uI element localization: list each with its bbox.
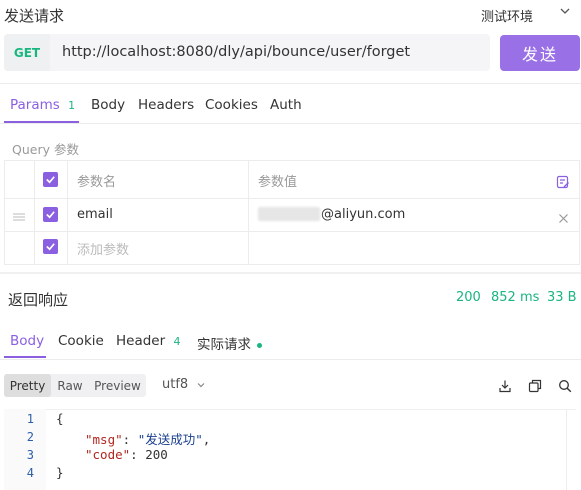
col-divider bbox=[248, 160, 249, 265]
view-mode-raw[interactable]: Raw bbox=[53, 374, 87, 397]
tab-params[interactable]: Params 1 bbox=[10, 97, 75, 113]
row-divider bbox=[4, 198, 580, 199]
check-icon bbox=[46, 243, 55, 251]
chevron-down-icon bbox=[197, 382, 205, 387]
section-divider bbox=[0, 272, 581, 274]
encoding-select[interactable]: utf8 bbox=[162, 377, 206, 392]
response-title: 返回响应 bbox=[8, 291, 69, 309]
tab-params-label: Params bbox=[10, 97, 60, 113]
page-title: 发送请求 bbox=[4, 7, 65, 25]
line-number: 4 bbox=[26, 466, 34, 480]
response-tab-body[interactable]: Body bbox=[10, 333, 44, 349]
environment-select[interactable]: 测试环境 bbox=[481, 6, 533, 25]
query-params-label: Query 参数 bbox=[12, 142, 79, 157]
params-count-badge: 1 bbox=[68, 99, 76, 112]
code-line: } bbox=[56, 465, 64, 480]
view-mode-preview[interactable]: Preview bbox=[89, 374, 146, 397]
send-button[interactable]: 发送 bbox=[500, 35, 580, 71]
response-tab-actual-request-label: 实际请求 bbox=[197, 337, 251, 353]
json-key: "code" bbox=[85, 447, 131, 462]
response-tab-header-label: Header bbox=[116, 333, 166, 349]
row-divider bbox=[4, 231, 580, 232]
line-number: 1 bbox=[26, 412, 34, 426]
url-input[interactable]: http://localhost:8080/dly/api/bounce/use… bbox=[62, 44, 410, 60]
column-header-value: 参数值 bbox=[258, 175, 298, 190]
param-name-field[interactable]: email bbox=[77, 207, 113, 222]
json-value: "发送成功" bbox=[137, 432, 203, 447]
col-divider bbox=[34, 160, 35, 265]
remove-icon[interactable] bbox=[558, 209, 569, 228]
line-number: 2 bbox=[26, 430, 34, 444]
response-tab-actual-request[interactable]: 实际请求 bbox=[197, 333, 263, 353]
encoding-value: utf8 bbox=[162, 377, 189, 392]
response-size: 33 B bbox=[547, 290, 577, 305]
line-number: 3 bbox=[26, 448, 34, 462]
col-divider bbox=[67, 160, 68, 265]
select-all-checkbox[interactable] bbox=[43, 172, 58, 187]
divider bbox=[0, 123, 581, 124]
download-icon[interactable] bbox=[498, 378, 512, 397]
bulk-edit-icon[interactable] bbox=[556, 174, 570, 193]
status-code: 200 bbox=[456, 290, 481, 305]
response-tab-cookie[interactable]: Cookie bbox=[58, 333, 104, 349]
response-time: 852 ms bbox=[491, 290, 540, 305]
scrollbar[interactable] bbox=[566, 409, 578, 490]
tab-body[interactable]: Body bbox=[91, 97, 125, 113]
status-dot-icon bbox=[257, 342, 263, 348]
new-param-checkbox[interactable] bbox=[43, 239, 58, 254]
check-icon bbox=[46, 176, 55, 184]
code-line: "code": 200 bbox=[85, 447, 168, 462]
tab-cookies[interactable]: Cookies bbox=[205, 97, 258, 113]
code-line: "msg": "发送成功", bbox=[85, 432, 211, 447]
param-value-field[interactable]: @aliyun.com bbox=[321, 207, 405, 222]
method-select[interactable]: GET bbox=[4, 34, 50, 71]
column-header-name: 参数名 bbox=[77, 175, 117, 190]
redacted-value bbox=[258, 207, 320, 221]
divider bbox=[0, 359, 581, 360]
divider bbox=[0, 83, 581, 84]
code-line: { bbox=[56, 411, 64, 426]
tab-auth[interactable]: Auth bbox=[270, 97, 302, 113]
add-param-field[interactable]: 添加参数 bbox=[77, 239, 129, 258]
json-value: 200 bbox=[145, 447, 168, 462]
copy-icon[interactable] bbox=[528, 378, 542, 397]
view-mode-pretty[interactable]: Pretty bbox=[4, 374, 51, 397]
drag-handle-icon[interactable] bbox=[12, 208, 26, 227]
search-icon[interactable] bbox=[558, 378, 572, 397]
chevron-down-icon[interactable] bbox=[559, 5, 571, 20]
active-tab-underline bbox=[4, 356, 46, 358]
tab-headers[interactable]: Headers bbox=[138, 97, 194, 113]
param-enable-checkbox[interactable] bbox=[43, 207, 58, 222]
header-count-badge: 4 bbox=[173, 335, 181, 348]
check-icon bbox=[46, 211, 55, 219]
json-key: "msg" bbox=[85, 432, 123, 447]
response-tab-header[interactable]: Header 4 bbox=[116, 333, 180, 349]
